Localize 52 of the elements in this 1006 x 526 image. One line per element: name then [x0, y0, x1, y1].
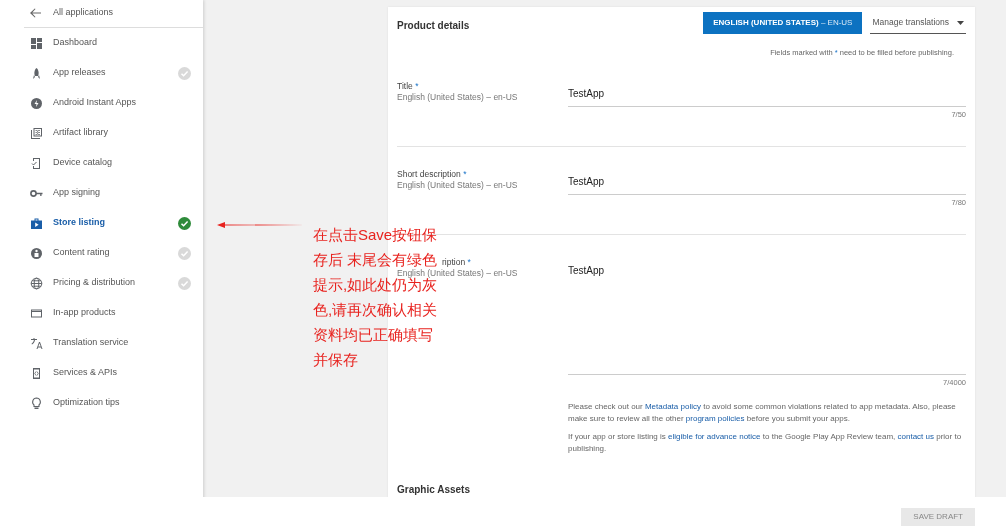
annotation-text: 在点击Save按钮保: [313, 226, 438, 243]
locale-label: English (United States) – en-US: [397, 180, 519, 190]
locale-label: English (United States) – en-US: [397, 268, 519, 278]
sidebar-item[interactable]: Content rating: [0, 238, 203, 268]
note-text: If your app or store listing is eligible for advance notice to the Google Play App Review team, contact us prior to publishing.: [568, 431, 963, 455]
manage-translations-dropdown[interactable]: Manage translations: [870, 12, 966, 34]
sidebar-item[interactable]: In-app products: [0, 298, 203, 328]
sidebar-item[interactable]: Artifact library: [0, 118, 203, 148]
sidebar-item[interactable]: Translation service: [0, 328, 203, 358]
link[interactable]: contact us: [897, 432, 934, 441]
sidebar-item[interactable]: Dashboard: [0, 28, 203, 58]
sidebar-item[interactable]: Android Instant Apps: [0, 88, 203, 118]
annotation-text: 提示,如此处仍为灰: [313, 276, 438, 293]
section-title: Product details: [397, 19, 471, 33]
caret-icon: [957, 20, 964, 25]
input-field[interactable]: TestApp: [568, 175, 966, 195]
lightbulb-icon: [30, 396, 43, 410]
back-link[interactable]: All applications: [53, 6, 114, 20]
globe-icon: [30, 276, 43, 290]
field-label: ription *: [442, 257, 471, 267]
annotation-text: 存后 末尾会有绿色: [313, 251, 438, 268]
sidebar-item[interactable]: Store listing: [0, 208, 203, 238]
annotation-text: 色,请再次确认相关: [313, 301, 438, 318]
library-icon: [30, 126, 43, 140]
input-field[interactable]: TestApp: [568, 87, 966, 107]
code-icon: [30, 366, 43, 380]
field-label: Short description *: [397, 169, 468, 179]
sidebar-item[interactable]: Pricing & distribution: [0, 268, 203, 298]
section-title: Graphic Assets: [397, 484, 471, 495]
text-area[interactable]: TestApp: [568, 263, 966, 375]
sidebar-item[interactable]: Device catalog: [0, 148, 203, 178]
sidebar-item[interactable]: Services & APIs: [0, 358, 203, 388]
store-icon: [30, 216, 43, 230]
language-button[interactable]: ENGLISH (UNITED STATES) – EN-US: [703, 12, 863, 34]
link[interactable]: Metadata policy: [644, 402, 701, 411]
bolt-icon: [30, 96, 43, 110]
link[interactable]: eligible for advance notice: [668, 432, 761, 441]
field-label: Title *: [397, 81, 420, 91]
person-icon: [30, 246, 43, 260]
device-icon: [30, 156, 43, 170]
annotation-text: 并保存: [313, 351, 358, 368]
locale-label: English (United States) – en-US: [397, 92, 519, 102]
sidebar-item[interactable]: App releases: [0, 58, 203, 88]
sidebar-item[interactable]: Optimization tips: [0, 388, 203, 418]
translate-icon: [30, 336, 43, 350]
annotation-text: 资料均已正确填写: [313, 326, 433, 343]
sidebar-item[interactable]: App signing: [0, 178, 203, 208]
dashboard-icon: [30, 36, 43, 50]
note-text: Please check out our Metadata policy to avoid some common violations related to app metadata. Also, please make sure to review all the other program policies before you submit your apps.: [568, 401, 957, 425]
back-arrow-icon[interactable]: [30, 8, 41, 18]
link[interactable]: program policies: [685, 414, 745, 423]
rocket-icon: [30, 66, 43, 80]
